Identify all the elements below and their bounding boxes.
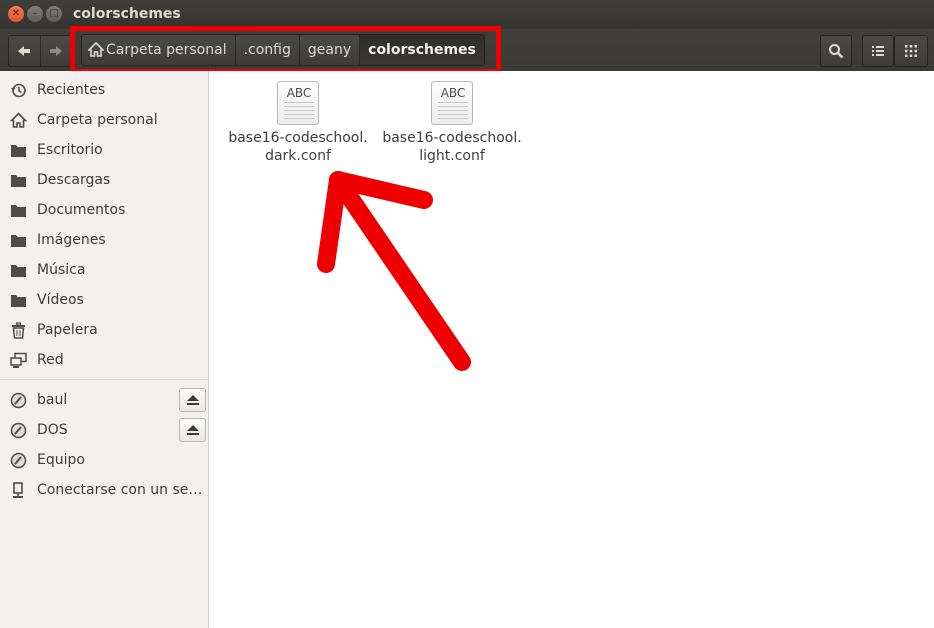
annotation-arrow bbox=[317, 171, 471, 371]
